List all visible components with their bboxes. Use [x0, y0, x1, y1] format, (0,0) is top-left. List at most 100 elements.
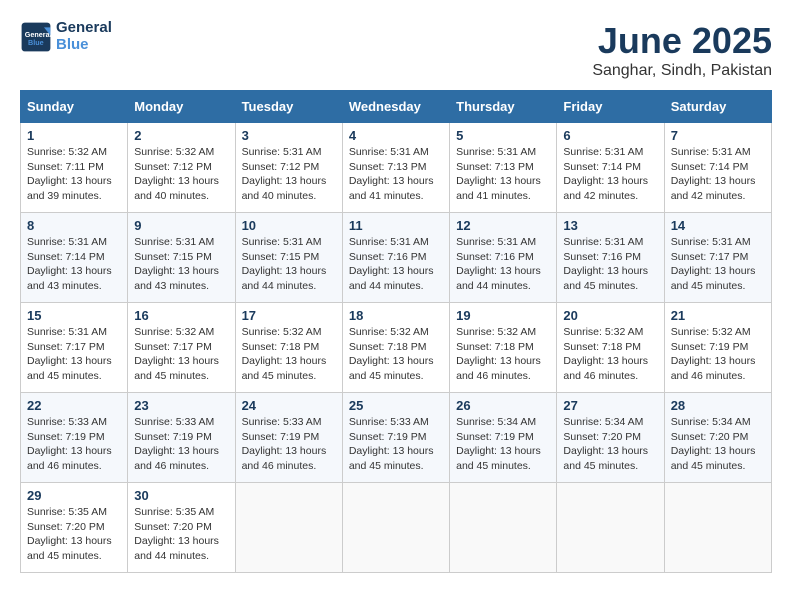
table-row: 14 Sunrise: 5:31 AM Sunset: 7:17 PM Dayl…: [664, 213, 771, 303]
day-number: 10: [242, 218, 336, 233]
table-row: 4 Sunrise: 5:31 AM Sunset: 7:13 PM Dayli…: [342, 123, 449, 213]
day-info: Sunrise: 5:34 AM Sunset: 7:20 PM Dayligh…: [671, 415, 765, 474]
table-row: 19 Sunrise: 5:32 AM Sunset: 7:18 PM Dayl…: [450, 303, 557, 393]
table-row: 17 Sunrise: 5:32 AM Sunset: 7:18 PM Dayl…: [235, 303, 342, 393]
day-number: 19: [456, 308, 550, 323]
day-info: Sunrise: 5:32 AM Sunset: 7:12 PM Dayligh…: [134, 145, 228, 204]
table-row: 6 Sunrise: 5:31 AM Sunset: 7:14 PM Dayli…: [557, 123, 664, 213]
day-number: 8: [27, 218, 121, 233]
day-number: 5: [456, 128, 550, 143]
table-row: 5 Sunrise: 5:31 AM Sunset: 7:13 PM Dayli…: [450, 123, 557, 213]
table-row: [450, 483, 557, 573]
location: Sanghar, Sindh, Pakistan: [592, 62, 772, 80]
day-info: Sunrise: 5:31 AM Sunset: 7:12 PM Dayligh…: [242, 145, 336, 204]
calendar-table: Sunday Monday Tuesday Wednesday Thursday…: [20, 90, 772, 573]
table-row: 23 Sunrise: 5:33 AM Sunset: 7:19 PM Dayl…: [128, 393, 235, 483]
logo-icon: General Blue: [20, 21, 52, 53]
month-title: June 2025: [592, 20, 772, 62]
table-row: 15 Sunrise: 5:31 AM Sunset: 7:17 PM Dayl…: [21, 303, 128, 393]
day-number: 30: [134, 488, 228, 503]
table-row: 11 Sunrise: 5:31 AM Sunset: 7:16 PM Dayl…: [342, 213, 449, 303]
header-tuesday: Tuesday: [235, 91, 342, 123]
table-row: 10 Sunrise: 5:31 AM Sunset: 7:15 PM Dayl…: [235, 213, 342, 303]
day-info: Sunrise: 5:33 AM Sunset: 7:19 PM Dayligh…: [242, 415, 336, 474]
day-info: Sunrise: 5:35 AM Sunset: 7:20 PM Dayligh…: [27, 505, 121, 564]
day-info: Sunrise: 5:32 AM Sunset: 7:19 PM Dayligh…: [671, 325, 765, 384]
logo: General Blue General Blue: [20, 20, 112, 53]
header-saturday: Saturday: [664, 91, 771, 123]
day-number: 21: [671, 308, 765, 323]
day-info: Sunrise: 5:32 AM Sunset: 7:11 PM Dayligh…: [27, 145, 121, 204]
day-info: Sunrise: 5:32 AM Sunset: 7:18 PM Dayligh…: [349, 325, 443, 384]
table-row: 18 Sunrise: 5:32 AM Sunset: 7:18 PM Dayl…: [342, 303, 449, 393]
day-info: Sunrise: 5:32 AM Sunset: 7:18 PM Dayligh…: [563, 325, 657, 384]
day-info: Sunrise: 5:34 AM Sunset: 7:20 PM Dayligh…: [563, 415, 657, 474]
day-number: 1: [27, 128, 121, 143]
day-info: Sunrise: 5:33 AM Sunset: 7:19 PM Dayligh…: [134, 415, 228, 474]
logo-text-line1: General: [56, 20, 112, 37]
table-row: 16 Sunrise: 5:32 AM Sunset: 7:17 PM Dayl…: [128, 303, 235, 393]
table-row: 28 Sunrise: 5:34 AM Sunset: 7:20 PM Dayl…: [664, 393, 771, 483]
day-number: 22: [27, 398, 121, 413]
day-number: 7: [671, 128, 765, 143]
day-number: 3: [242, 128, 336, 143]
day-number: 14: [671, 218, 765, 233]
day-info: Sunrise: 5:31 AM Sunset: 7:16 PM Dayligh…: [563, 235, 657, 294]
day-number: 6: [563, 128, 657, 143]
day-number: 29: [27, 488, 121, 503]
day-info: Sunrise: 5:33 AM Sunset: 7:19 PM Dayligh…: [349, 415, 443, 474]
day-info: Sunrise: 5:31 AM Sunset: 7:16 PM Dayligh…: [456, 235, 550, 294]
day-info: Sunrise: 5:31 AM Sunset: 7:15 PM Dayligh…: [134, 235, 228, 294]
day-number: 9: [134, 218, 228, 233]
header: General Blue General Blue June 2025 Sang…: [20, 20, 772, 80]
logo-text-line2: Blue: [56, 37, 112, 54]
day-number: 17: [242, 308, 336, 323]
header-friday: Friday: [557, 91, 664, 123]
day-number: 12: [456, 218, 550, 233]
day-number: 15: [27, 308, 121, 323]
day-info: Sunrise: 5:31 AM Sunset: 7:14 PM Dayligh…: [27, 235, 121, 294]
table-row: 22 Sunrise: 5:33 AM Sunset: 7:19 PM Dayl…: [21, 393, 128, 483]
header-wednesday: Wednesday: [342, 91, 449, 123]
day-info: Sunrise: 5:32 AM Sunset: 7:18 PM Dayligh…: [456, 325, 550, 384]
header-sunday: Sunday: [21, 91, 128, 123]
table-row: 29 Sunrise: 5:35 AM Sunset: 7:20 PM Dayl…: [21, 483, 128, 573]
day-info: Sunrise: 5:31 AM Sunset: 7:15 PM Dayligh…: [242, 235, 336, 294]
table-row: [557, 483, 664, 573]
table-row: 7 Sunrise: 5:31 AM Sunset: 7:14 PM Dayli…: [664, 123, 771, 213]
table-row: 12 Sunrise: 5:31 AM Sunset: 7:16 PM Dayl…: [450, 213, 557, 303]
day-info: Sunrise: 5:31 AM Sunset: 7:14 PM Dayligh…: [671, 145, 765, 204]
day-number: 11: [349, 218, 443, 233]
header-thursday: Thursday: [450, 91, 557, 123]
calendar-body: 1 Sunrise: 5:32 AM Sunset: 7:11 PM Dayli…: [21, 123, 772, 573]
day-info: Sunrise: 5:31 AM Sunset: 7:14 PM Dayligh…: [563, 145, 657, 204]
table-row: [664, 483, 771, 573]
title-area: June 2025 Sanghar, Sindh, Pakistan: [592, 20, 772, 80]
day-number: 2: [134, 128, 228, 143]
day-number: 23: [134, 398, 228, 413]
table-row: 3 Sunrise: 5:31 AM Sunset: 7:12 PM Dayli…: [235, 123, 342, 213]
day-number: 26: [456, 398, 550, 413]
table-row: 24 Sunrise: 5:33 AM Sunset: 7:19 PM Dayl…: [235, 393, 342, 483]
table-row: 2 Sunrise: 5:32 AM Sunset: 7:12 PM Dayli…: [128, 123, 235, 213]
header-monday: Monday: [128, 91, 235, 123]
table-row: 1 Sunrise: 5:32 AM Sunset: 7:11 PM Dayli…: [21, 123, 128, 213]
table-row: 21 Sunrise: 5:32 AM Sunset: 7:19 PM Dayl…: [664, 303, 771, 393]
day-number: 13: [563, 218, 657, 233]
day-info: Sunrise: 5:31 AM Sunset: 7:17 PM Dayligh…: [27, 325, 121, 384]
day-info: Sunrise: 5:33 AM Sunset: 7:19 PM Dayligh…: [27, 415, 121, 474]
day-number: 28: [671, 398, 765, 413]
table-row: 8 Sunrise: 5:31 AM Sunset: 7:14 PM Dayli…: [21, 213, 128, 303]
day-number: 16: [134, 308, 228, 323]
day-number: 24: [242, 398, 336, 413]
day-number: 18: [349, 308, 443, 323]
table-row: 30 Sunrise: 5:35 AM Sunset: 7:20 PM Dayl…: [128, 483, 235, 573]
day-number: 20: [563, 308, 657, 323]
day-info: Sunrise: 5:31 AM Sunset: 7:13 PM Dayligh…: [456, 145, 550, 204]
table-row: 20 Sunrise: 5:32 AM Sunset: 7:18 PM Dayl…: [557, 303, 664, 393]
day-info: Sunrise: 5:31 AM Sunset: 7:16 PM Dayligh…: [349, 235, 443, 294]
day-info: Sunrise: 5:34 AM Sunset: 7:19 PM Dayligh…: [456, 415, 550, 474]
day-info: Sunrise: 5:32 AM Sunset: 7:18 PM Dayligh…: [242, 325, 336, 384]
day-info: Sunrise: 5:35 AM Sunset: 7:20 PM Dayligh…: [134, 505, 228, 564]
svg-text:Blue: Blue: [28, 38, 44, 47]
